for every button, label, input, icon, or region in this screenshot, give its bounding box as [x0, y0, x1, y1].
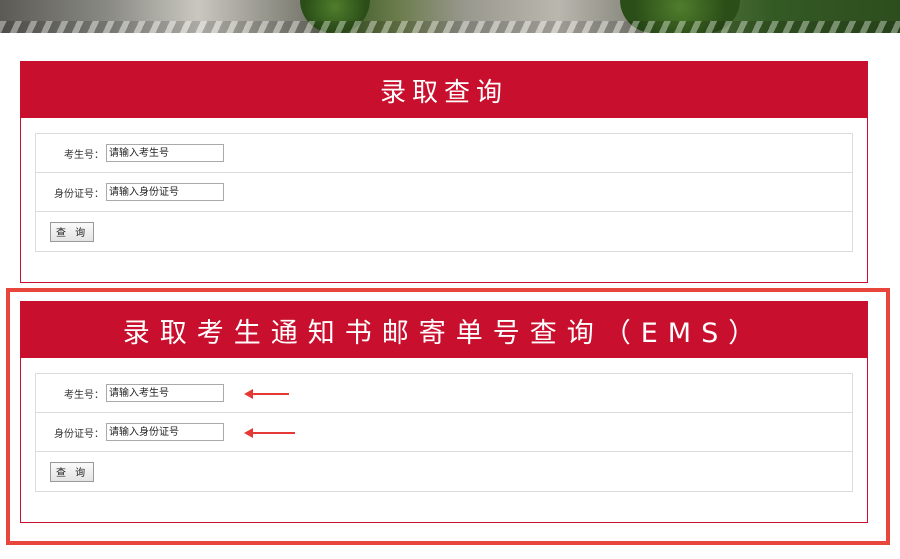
id-number-row: 身份证号： — [36, 173, 852, 212]
campus-banner-image — [0, 0, 900, 33]
highlight-box — [6, 288, 890, 545]
submit-row: 查 询 — [36, 212, 852, 251]
exam-number-row: 考生号： — [36, 134, 852, 173]
admission-query-panel: 录取查询 考生号： 身份证号： 查 询 — [20, 61, 868, 283]
admission-query-title: 录取查询 — [21, 62, 867, 118]
exam-number-label: 考生号： — [64, 149, 104, 161]
id-number-label: 身份证号： — [54, 188, 104, 200]
banner-railing — [0, 21, 900, 33]
exam-number-input[interactable] — [106, 144, 224, 162]
admission-query-form: 考生号： 身份证号： 查 询 — [35, 133, 853, 252]
id-number-input[interactable] — [106, 183, 224, 201]
query-button[interactable]: 查 询 — [50, 221, 95, 242]
